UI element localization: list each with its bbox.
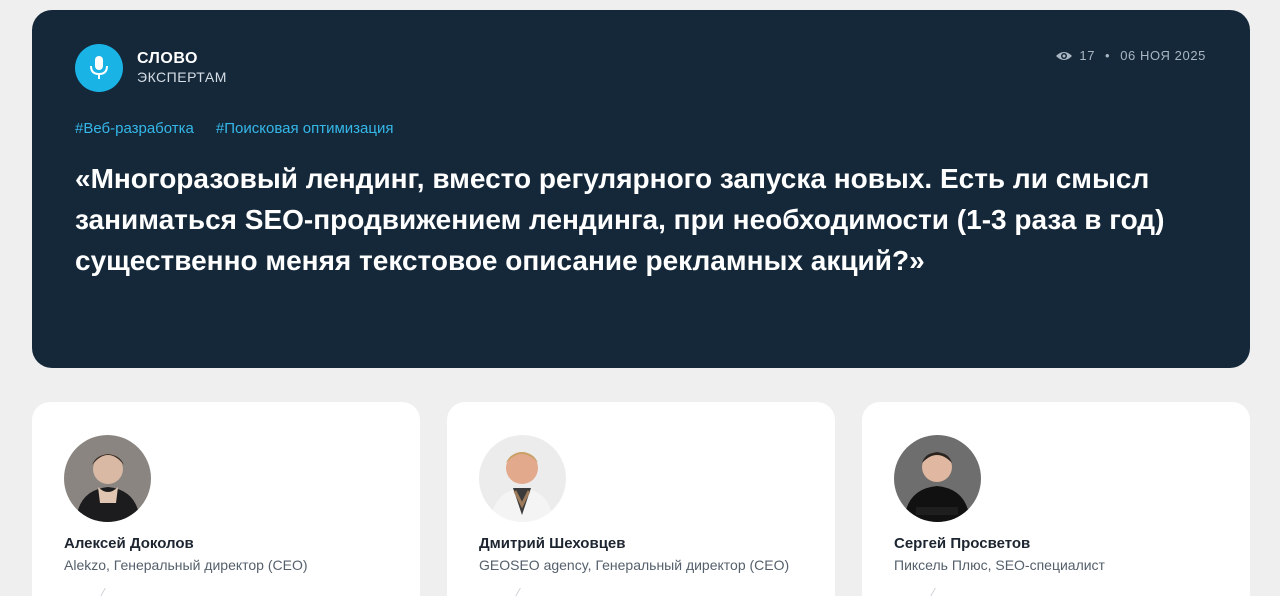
expert-card[interactable]: Сергей Просветов Пиксель Плюс, SEO-специ… <box>862 402 1250 596</box>
quote-icon <box>514 588 534 596</box>
eye-icon <box>1055 50 1073 62</box>
expert-cards: Алексей Доколов Alekzo, Генеральный дире… <box>32 402 1250 596</box>
expert-name: Сергей Просветов <box>894 535 1031 552</box>
avatar <box>479 435 566 522</box>
expert-role: Alekzo, Генеральный директор (CEO) <box>64 557 308 573</box>
brand-subtitle: ЭКСПЕРТАМ <box>137 69 227 85</box>
expert-card[interactable]: Алексей Доколов Alekzo, Генеральный дире… <box>32 402 420 596</box>
avatar <box>894 435 981 522</box>
avatar <box>64 435 151 522</box>
expert-role: Пиксель Плюс, SEO-специалист <box>894 557 1105 573</box>
expert-card[interactable]: Дмитрий Шеховцев GEOSEO agency, Генераль… <box>447 402 835 596</box>
microphone-icon <box>75 44 123 92</box>
post-meta: 17 • 06 НОЯ 2025 <box>1055 48 1206 63</box>
view-count: 17 <box>1079 48 1096 63</box>
quote-icon <box>929 588 949 596</box>
post-date: 06 НОЯ 2025 <box>1120 48 1206 63</box>
tag-seo[interactable]: #Поисковая оптимизация <box>216 120 394 137</box>
meta-separator: • <box>1105 48 1111 63</box>
expert-name: Алексей Доколов <box>64 535 194 552</box>
expert-role: GEOSEO agency, Генеральный директор (CEO… <box>479 557 790 573</box>
quote-icon <box>99 588 119 596</box>
question-headline: «Многоразовый лендинг, вместо регулярног… <box>75 163 1165 276</box>
brand-logo[interactable]: СЛОВО ЭКСПЕРТАМ <box>75 44 227 92</box>
tag-list: #Веб-разработка #Поисковая оптимизация <box>75 120 393 137</box>
brand-title: СЛОВО <box>137 50 198 67</box>
tag-web-development[interactable]: #Веб-разработка <box>75 120 194 137</box>
question-hero: СЛОВО ЭКСПЕРТАМ 17 • 06 НОЯ 2025 #Веб-ра… <box>32 10 1250 368</box>
expert-name: Дмитрий Шеховцев <box>479 535 626 552</box>
